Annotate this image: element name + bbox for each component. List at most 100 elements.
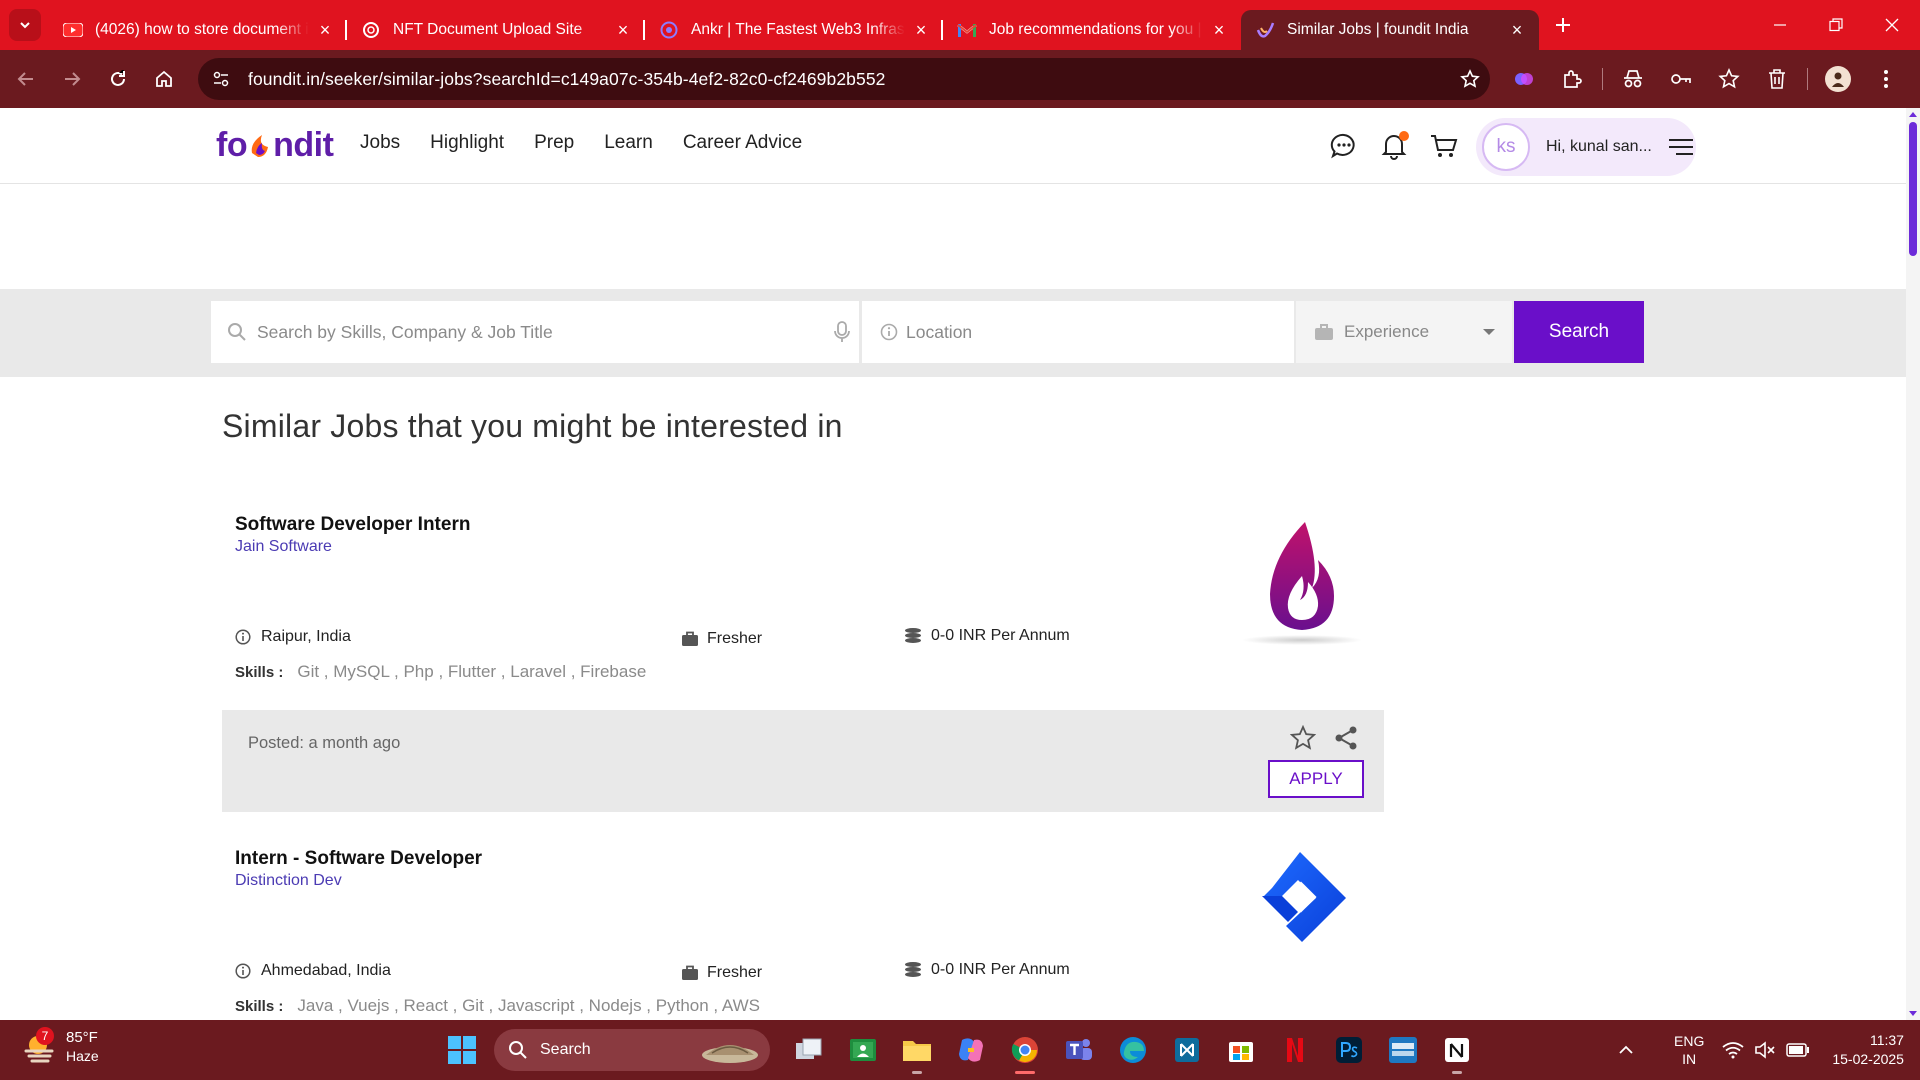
url-text[interactable]: foundit.in/seeker/similar-jobs?searchId=… <box>248 69 1450 90</box>
keyword-search-input[interactable] <box>257 321 833 343</box>
notion-icon[interactable] <box>1435 1028 1479 1074</box>
reload-button[interactable] <box>98 59 138 99</box>
new-tab-button[interactable] <box>1547 9 1579 41</box>
job-salary-text: 0-0 INR Per Annum <box>931 961 1070 978</box>
favorites-star-icon[interactable] <box>1709 59 1749 99</box>
search-button[interactable]: Search <box>1514 301 1644 363</box>
tab-title: Job recommendations for you | <box>989 21 1202 38</box>
microsoft-store-icon[interactable] <box>1219 1028 1263 1072</box>
close-icon[interactable]: × <box>315 20 335 40</box>
tab-foundit[interactable]: Similar Jobs | foundit India × <box>1241 10 1539 50</box>
skills-label: Skills : <box>235 998 284 1015</box>
location-input[interactable] <box>906 321 1294 343</box>
tab-search-button[interactable] <box>9 9 41 41</box>
nav-jobs[interactable]: Jobs <box>360 132 400 154</box>
scrollbar-thumb[interactable] <box>1909 122 1917 256</box>
experience-dropdown[interactable]: Experience <box>1296 301 1512 363</box>
foundit-logo[interactable]: fo ndit <box>216 126 334 165</box>
forward-button[interactable] <box>52 59 92 99</box>
close-icon[interactable]: × <box>911 20 931 40</box>
restore-button[interactable] <box>1808 0 1864 50</box>
apply-button[interactable]: APPLY <box>1268 760 1364 798</box>
wifi-icon[interactable] <box>1722 1041 1744 1059</box>
close-window-button[interactable] <box>1864 0 1920 50</box>
chat-button[interactable] <box>1326 128 1362 164</box>
taskbar-search[interactable]: Search <box>494 1029 770 1071</box>
job-company[interactable]: Distinction Dev <box>235 872 342 890</box>
incognito-icon[interactable] <box>1613 59 1653 99</box>
photoshop-icon[interactable] <box>1327 1028 1371 1072</box>
edge-icon[interactable] <box>1111 1028 1155 1072</box>
arrow-right-icon <box>65 72 81 86</box>
save-job-star-icon[interactable] <box>1290 725 1316 751</box>
tab-gmail[interactable]: Job recommendations for you | × <box>943 10 1241 50</box>
notifications-button[interactable] <box>1376 128 1412 164</box>
user-avatar: ks <box>1482 123 1530 171</box>
page-scrollbar[interactable] <box>1906 108 1920 1020</box>
browser-menu-button[interactable] <box>1866 59 1906 99</box>
chrome-icon[interactable] <box>1003 1028 1047 1074</box>
nav-prep[interactable]: Prep <box>534 132 574 154</box>
tab-nft-upload[interactable]: NFT Document Upload Site × <box>347 10 645 50</box>
job-company[interactable]: Jain Software <box>235 538 332 556</box>
microphone-icon[interactable] <box>833 320 851 344</box>
job-title[interactable]: Intern - Software Developer <box>235 848 482 870</box>
copilot-extension-icon[interactable] <box>1504 59 1544 99</box>
close-icon[interactable]: × <box>613 20 633 40</box>
start-button[interactable] <box>442 1030 482 1070</box>
trash-icon[interactable] <box>1757 59 1797 99</box>
profile-avatar[interactable] <box>1818 59 1858 99</box>
battery-icon[interactable] <box>1786 1043 1810 1057</box>
weather-haze-icon: 7 <box>22 1027 58 1065</box>
logo-text-left: fo <box>216 126 248 164</box>
logo-text-right: ndit <box>273 126 334 164</box>
job-card: Software Developer Intern Jain Software … <box>222 500 1384 812</box>
scroll-down-arrow[interactable] <box>1909 1011 1917 1016</box>
system-clock[interactable]: 11:37 15-02-2025 <box>1832 1031 1904 1069</box>
task-view-icon[interactable] <box>787 1028 831 1072</box>
prime-video-icon[interactable] <box>1381 1028 1425 1072</box>
site-info-icon[interactable] <box>206 64 236 94</box>
taskbar-apps: Search <box>442 1028 1484 1074</box>
visual-studio-code-icon[interactable] <box>1165 1028 1209 1072</box>
home-button[interactable] <box>144 59 184 99</box>
bookmark-star-icon[interactable] <box>1450 69 1490 89</box>
chevron-down-icon <box>20 22 30 29</box>
clock-time: 11:37 <box>1869 1032 1904 1048</box>
scroll-up-arrow[interactable] <box>1909 112 1917 117</box>
nav-career-advice[interactable]: Career Advice <box>683 132 802 154</box>
profile-icon <box>1825 66 1851 92</box>
google-classroom-icon[interactable] <box>841 1028 885 1072</box>
teams-icon[interactable] <box>1057 1028 1101 1072</box>
volume-muted-icon[interactable] <box>1754 1041 1776 1059</box>
youtube-icon <box>63 20 83 40</box>
tab-youtube[interactable]: (4026) how to store document in × <box>49 10 347 50</box>
user-menu[interactable]: ks Hi, kunal san... <box>1476 118 1696 176</box>
extensions-puzzle-icon[interactable] <box>1552 59 1592 99</box>
close-icon[interactable]: × <box>1507 20 1527 40</box>
back-button[interactable] <box>6 59 46 99</box>
address-bar[interactable]: foundit.in/seeker/similar-jobs?searchId=… <box>198 58 1490 100</box>
input-language[interactable]: ENG IN <box>1674 1032 1704 1068</box>
weather-condition: Haze <box>66 1048 99 1064</box>
password-key-icon[interactable] <box>1661 59 1701 99</box>
skills-list: Java , Vuejs , React , Git , Javascript … <box>297 996 761 1015</box>
job-experience-text: Fresher <box>707 964 763 981</box>
job-location: Raipur, India <box>235 628 681 646</box>
minimize-button[interactable] <box>1752 0 1808 50</box>
keyword-search-box <box>211 301 859 363</box>
weather-widget[interactable]: 7 85°F Haze <box>22 1027 99 1066</box>
nav-learn[interactable]: Learn <box>604 132 653 154</box>
tab-ankr[interactable]: Ankr | The Fastest Web3 Infrastructure × <box>645 10 943 50</box>
file-explorer-icon[interactable] <box>895 1028 939 1074</box>
job-title[interactable]: Software Developer Intern <box>235 514 470 536</box>
chevron-up-icon[interactable] <box>1618 1045 1634 1055</box>
cart-button[interactable] <box>1426 128 1462 164</box>
netflix-icon[interactable] <box>1273 1028 1317 1072</box>
copilot-app-icon[interactable] <box>949 1028 993 1072</box>
close-icon[interactable]: × <box>1209 20 1229 40</box>
share-icon[interactable] <box>1334 725 1358 751</box>
info-icon <box>235 629 251 645</box>
nav-highlight[interactable]: Highlight <box>430 132 504 154</box>
gmail-icon <box>957 20 977 40</box>
